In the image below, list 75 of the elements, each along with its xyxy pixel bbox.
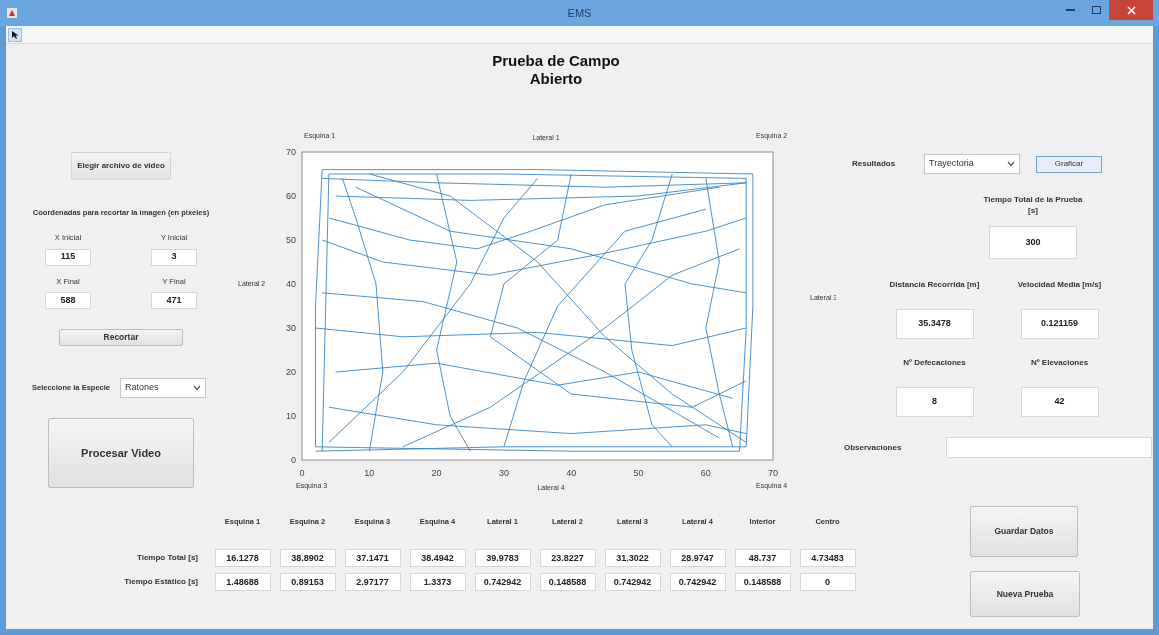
table-cell[interactable]: 38.4942 bbox=[409, 549, 466, 568]
choose-video-button[interactable]: Elegir archivo de video bbox=[71, 152, 171, 180]
result-field[interactable]: 0.121159 bbox=[1020, 309, 1099, 339]
table-cell[interactable]: 4.73483 bbox=[799, 549, 856, 568]
result-label: Velocidad Media [m/s] bbox=[1016, 279, 1103, 291]
window-title: EMS bbox=[567, 5, 592, 21]
coordinate-field[interactable]: 3 bbox=[151, 248, 197, 266]
y-tick-label: 20 bbox=[286, 367, 296, 377]
results-select[interactable]: Trayectoria bbox=[924, 154, 1020, 174]
table-cell[interactable]: 2.97177 bbox=[344, 573, 401, 592]
observations-field[interactable] bbox=[946, 437, 1152, 458]
x-tick-label: 40 bbox=[566, 468, 577, 478]
y-tick-label: 0 bbox=[291, 455, 296, 465]
cursor-tool-button[interactable] bbox=[8, 27, 22, 42]
coordinate-field[interactable]: 115 bbox=[45, 248, 91, 266]
result-label: Nº Elevaciones bbox=[1029, 357, 1090, 369]
close-button[interactable] bbox=[1109, 0, 1153, 20]
y-tick-label: 50 bbox=[286, 235, 296, 245]
x-tick-label: 10 bbox=[364, 468, 375, 478]
table-cell[interactable]: 23.8227 bbox=[539, 549, 596, 568]
x-tick-label: 50 bbox=[633, 468, 644, 478]
x-tick-label: 0 bbox=[299, 468, 305, 478]
table-cell[interactable]: 1.48688 bbox=[214, 573, 271, 592]
x-tick-label: 70 bbox=[768, 468, 779, 478]
coordinate-field[interactable]: 471 bbox=[151, 291, 197, 309]
species-select[interactable]: Ratones bbox=[120, 377, 206, 398]
y-tick-label: 10 bbox=[286, 411, 296, 421]
table-cell[interactable]: 0.148588 bbox=[734, 573, 791, 592]
process-video-button[interactable]: Procesar Video bbox=[48, 417, 194, 488]
app-icon bbox=[6, 7, 18, 19]
result-label: Distancia Recorrida [m] bbox=[888, 279, 981, 291]
table-cell[interactable]: 16.1278 bbox=[214, 549, 271, 568]
minimize-icon bbox=[1065, 9, 1075, 11]
y-tick-label: 30 bbox=[286, 323, 296, 333]
close-icon bbox=[1126, 5, 1136, 15]
table-cell[interactable]: 48.737 bbox=[734, 549, 791, 568]
table-cell[interactable]: 39.9783 bbox=[474, 549, 531, 568]
total-time-label: Tiempo Total de la Prueba [s] bbox=[982, 194, 1084, 216]
table-cell[interactable]: 0 bbox=[799, 573, 856, 592]
x-tick-label: 60 bbox=[700, 468, 711, 478]
row-label: Tiempo Estático [s] bbox=[123, 576, 199, 589]
table-cell[interactable]: 1.3373 bbox=[409, 573, 466, 592]
new-test-button[interactable]: Nueva Prueba bbox=[970, 571, 1080, 617]
heading: Abierto bbox=[529, 70, 583, 88]
total-time-field[interactable]: 300 bbox=[989, 226, 1077, 259]
result-field[interactable]: 42 bbox=[1020, 387, 1099, 417]
graph-button[interactable]: Graficar bbox=[1036, 155, 1102, 173]
maximize-icon bbox=[1091, 6, 1101, 14]
x-tick-label: 30 bbox=[498, 468, 509, 478]
table-cell[interactable]: 0.742942 bbox=[474, 573, 531, 592]
table-cell[interactable]: 37.1471 bbox=[344, 549, 401, 568]
row-label: Tiempo Total [s] bbox=[135, 552, 199, 565]
chevron-down-icon bbox=[193, 384, 201, 391]
y-tick-label: 40 bbox=[286, 279, 296, 289]
table-cell[interactable]: 28.9747 bbox=[669, 549, 726, 568]
table-cell[interactable]: 0.148588 bbox=[539, 573, 596, 592]
result-label: Nº Defecaciones bbox=[902, 357, 967, 369]
crop-button[interactable]: Recortar bbox=[59, 328, 183, 346]
table-cell[interactable]: 31.3022 bbox=[604, 549, 661, 568]
cursor-icon bbox=[10, 29, 20, 40]
results-label: Resultados bbox=[852, 158, 897, 170]
y-tick-label: 70 bbox=[286, 147, 296, 157]
y-tick-label: 60 bbox=[286, 191, 296, 201]
heading: Prueba de Campo bbox=[492, 52, 620, 70]
observations-label: Observaciones bbox=[844, 441, 903, 454]
table-cell[interactable]: 0.89153 bbox=[279, 573, 336, 592]
result-field[interactable]: 35.3478 bbox=[895, 309, 974, 339]
coordinate-field[interactable]: 588 bbox=[45, 291, 91, 309]
result-field[interactable]: 8 bbox=[895, 387, 974, 417]
table-cell[interactable]: 38.8902 bbox=[279, 549, 336, 568]
table-cell[interactable]: 0.742942 bbox=[669, 573, 726, 592]
table-cell[interactable]: 0.742942 bbox=[604, 573, 661, 592]
save-data-button[interactable]: Guardar Datos bbox=[970, 506, 1078, 557]
x-tick-label: 20 bbox=[431, 468, 442, 478]
chevron-down-icon bbox=[1007, 161, 1015, 167]
